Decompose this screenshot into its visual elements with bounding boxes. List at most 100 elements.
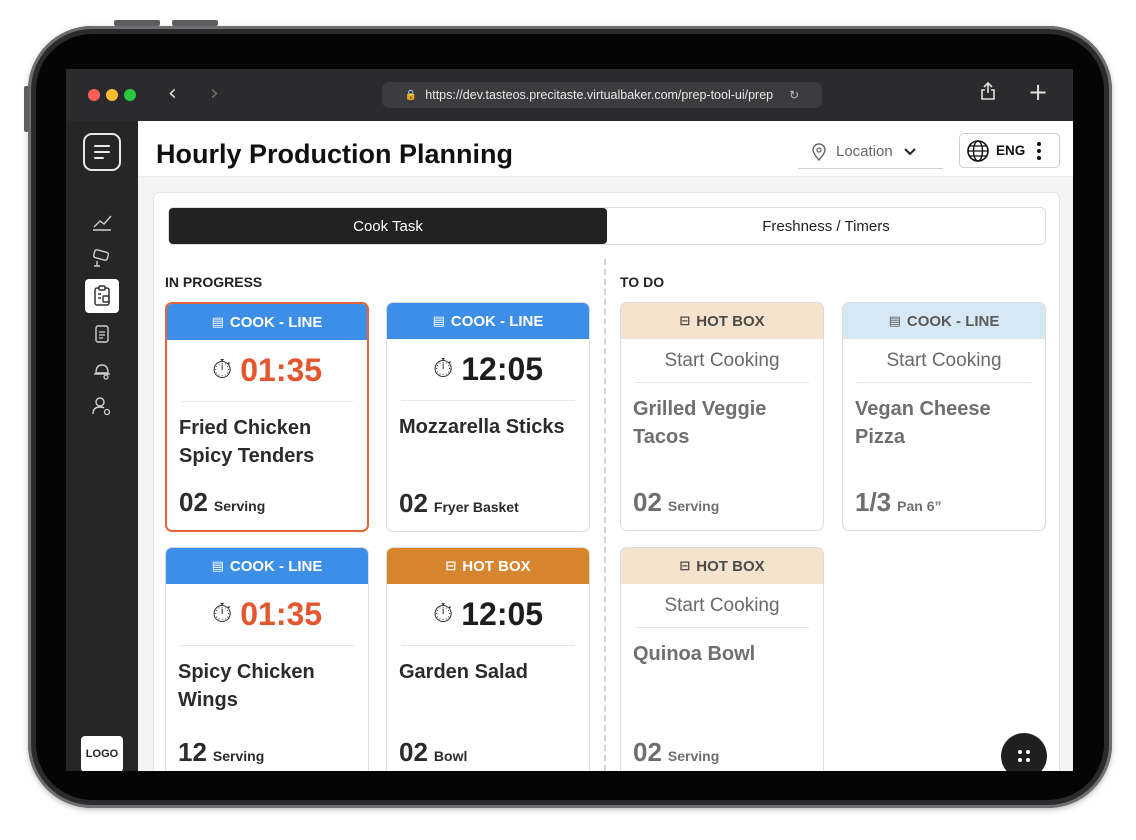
more-options-icon[interactable]: [1037, 141, 1042, 160]
stopwatch-icon: ⏱: [211, 599, 233, 629]
chevron-down-icon: [904, 147, 916, 155]
apps-icon: [1018, 750, 1030, 762]
task-card[interactable]: ⊟ HOT BOX Start Cooking Grilled Veggie Ta…: [620, 302, 824, 531]
browser-toolbar: ‹ › 🔒 https://dev.tasteos.precitaste.vir…: [66, 69, 1073, 121]
station-label: HOT BOX: [696, 557, 765, 575]
item-name: Mozzarella Sticks: [399, 416, 565, 438]
quantity-unit: Pan 6”: [897, 498, 942, 514]
item-quantity: 02 Serving: [179, 487, 265, 518]
address-bar[interactable]: 🔒 https://dev.tasteos.precitaste.virtual…: [382, 82, 822, 108]
task-card[interactable]: ▤ COOK - LINE Start Cooking Vegan Cheese …: [842, 302, 1046, 531]
chevron-right-icon[interactable]: ›: [210, 81, 219, 106]
cooktop-icon: ▤: [211, 558, 224, 574]
item-quantity: 02 Serving: [633, 737, 719, 768]
quantity-unit: Serving: [212, 748, 265, 764]
start-cooking-button[interactable]: Start Cooking: [635, 339, 809, 383]
item-name: Grilled Veggie Tacos: [633, 398, 767, 448]
card-station-header: ⊟ HOT BOX: [621, 303, 823, 339]
hot-box-icon: ⊟: [445, 558, 457, 574]
card-station-header: ▤ COOK - LINE: [167, 304, 367, 340]
task-card[interactable]: ▤ COOK - LINE ⏱ 01:35 Spicy Chicken Wings …: [165, 547, 369, 771]
quantity-unit: Fryer Basket: [433, 499, 519, 515]
location-placeholder: Location: [836, 143, 893, 160]
card-station-header: ⊟ HOT BOX: [387, 548, 589, 584]
quantity-value: 02: [399, 488, 428, 518]
camera-icon[interactable]: [84, 241, 120, 275]
station-label: COOK - LINE: [229, 557, 323, 575]
task-card[interactable]: ▤ COOK - LINE ⏱ 12:05 Mozzarella Sticks 02…: [386, 302, 590, 532]
in-progress-label: IN PROGRESS: [165, 274, 263, 290]
card-timer: ⏱ 01:35: [180, 584, 354, 646]
globe-icon: [967, 139, 989, 162]
card-station-header: ▤ COOK - LINE: [843, 303, 1045, 339]
item-quantity: 1/3 Pan 6”: [855, 487, 942, 518]
user-settings-icon[interactable]: [84, 389, 120, 423]
station-label: HOT BOX: [696, 312, 765, 330]
app-header: Hourly Production Planning Location ENG: [138, 121, 1073, 177]
item-name: Vegan Cheese Pizza: [855, 398, 991, 448]
todo-label: TO DO: [620, 274, 665, 290]
card-station-header: ▤ COOK - LINE: [387, 303, 589, 339]
sidebar: LOGO: [66, 121, 138, 771]
quantity-unit: Serving: [667, 748, 720, 764]
card-station-header: ▤ COOK - LINE: [166, 548, 368, 584]
cooktop-icon: ▤: [211, 314, 224, 330]
plus-icon[interactable]: +: [1028, 78, 1048, 106]
task-card[interactable]: ▤ COOK - LINE ⏱ 01:35 Fried Chicken Spicy …: [165, 302, 369, 532]
column-divider: [604, 259, 606, 771]
tab-freshness-timers[interactable]: Freshness / Timers: [607, 208, 1045, 244]
document-icon[interactable]: [84, 317, 120, 351]
quantity-unit: Bowl: [433, 748, 468, 764]
share-icon[interactable]: [980, 81, 996, 106]
station-label: COOK - LINE: [450, 312, 544, 330]
minimize-window-dot[interactable]: [106, 89, 118, 101]
item-quantity: 02 Fryer Basket: [399, 488, 519, 519]
start-cooking-button[interactable]: Start Cooking: [635, 584, 809, 628]
chevron-left-icon[interactable]: ‹: [168, 81, 177, 106]
quantity-value: 02: [633, 737, 662, 767]
close-window-dot[interactable]: [88, 89, 100, 101]
cooktop-icon: ▤: [432, 313, 445, 329]
reload-icon[interactable]: ↻: [789, 88, 799, 102]
hot-box-icon: ⊟: [679, 313, 691, 329]
quantity-unit: Serving: [213, 498, 266, 514]
tab-bar: Cook Task Freshness / Timers: [168, 207, 1046, 245]
timer-value: 01:35: [240, 352, 323, 388]
station-label: COOK - LINE: [906, 312, 1000, 330]
chart-icon[interactable]: [84, 205, 120, 239]
location-select[interactable]: Location: [798, 135, 943, 169]
clipboard-icon[interactable]: [85, 279, 119, 313]
tablet-volume-button: [114, 20, 160, 26]
quantity-value: 1/3: [855, 487, 892, 517]
card-timer: ⏱ 12:05: [401, 584, 575, 646]
language-label: ENG: [996, 143, 1026, 158]
hot-box-icon: ⊟: [679, 558, 691, 574]
item-quantity: 02 Serving: [633, 487, 719, 518]
quantity-value: 02: [179, 487, 208, 517]
task-card[interactable]: ⊟ HOT BOX Start Cooking Quinoa Bowl 02 Ser…: [620, 547, 824, 771]
item-name: Fried Chicken Spicy Tenders: [179, 417, 315, 467]
tab-cook-task[interactable]: Cook Task: [169, 208, 607, 244]
cooktop-icon: ▤: [888, 313, 901, 329]
start-cooking-button[interactable]: Start Cooking: [857, 339, 1031, 383]
card-timer: ⏱ 12:05: [401, 339, 575, 401]
page-title: Hourly Production Planning: [156, 139, 513, 169]
lock-icon: 🔒: [404, 89, 418, 101]
menu-icon[interactable]: [83, 133, 121, 171]
stopwatch-icon: ⏱: [432, 354, 454, 384]
apps-fab-button[interactable]: [1001, 733, 1047, 771]
url-text: https://dev.tasteos.precitaste.virtualba…: [425, 88, 774, 102]
tablet-power-button: [24, 86, 29, 132]
stopwatch-icon: ⏱: [211, 355, 233, 385]
task-card[interactable]: ⊟ HOT BOX ⏱ 12:05 Garden Salad 02 Bowl: [386, 547, 590, 771]
bell-icon[interactable]: [84, 353, 120, 387]
item-quantity: 12 Serving: [178, 737, 264, 768]
quantity-value: 02: [633, 487, 662, 517]
timer-value: 12:05: [461, 596, 544, 632]
language-select[interactable]: ENG: [959, 133, 1060, 168]
station-label: HOT BOX: [462, 557, 531, 575]
quantity-value: 12: [178, 737, 207, 767]
maximize-window-dot[interactable]: [124, 89, 136, 101]
quantity-unit: Serving: [667, 498, 720, 514]
timer-value: 12:05: [461, 351, 544, 387]
